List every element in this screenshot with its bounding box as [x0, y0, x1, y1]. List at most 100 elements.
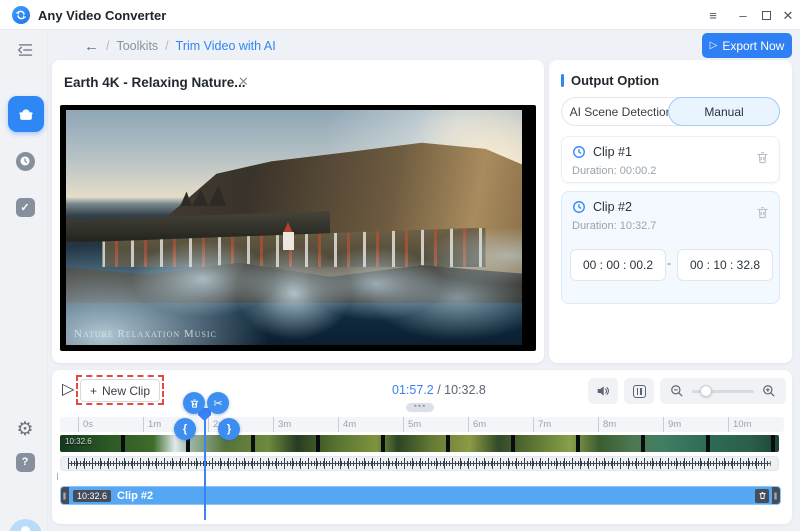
clock-icon — [573, 201, 585, 213]
close-icon[interactable]: ✕ — [779, 8, 797, 23]
sidebar-item-tasks[interactable]: ✓ — [14, 196, 36, 218]
export-now-label: Export Now — [722, 38, 785, 53]
new-clip-label: New Clip — [102, 383, 151, 398]
timeline-scroll-handle[interactable]: ••• — [406, 402, 434, 412]
split-view-icon — [632, 384, 646, 398]
split-clip-button[interactable]: ✂ — [207, 392, 229, 414]
clip-2-duration: Duration: 10:32.7 — [572, 220, 656, 232]
output-option-panel: Output Option AI Scene Detection Manual … — [549, 60, 792, 363]
titlebar: Any Video Converter ≡ – ✕ — [0, 0, 800, 30]
breadcrumb-current: Trim Video with AI — [175, 39, 276, 53]
detection-mode-tabs: AI Scene Detection Manual — [561, 97, 780, 126]
plus-icon: + — [89, 383, 97, 398]
clip-1-header: Clip #1 — [572, 145, 632, 159]
app-logo-icon — [12, 6, 30, 24]
ruler-tick: 5m — [403, 417, 468, 432]
maximize-icon[interactable] — [757, 8, 775, 23]
export-now-button[interactable]: ▷ Export Now — [702, 33, 792, 58]
tab-ai-scene-detection[interactable]: AI Scene Detection — [562, 98, 680, 125]
clip-start-time-input[interactable]: 00 : 00 : 00.2 — [570, 249, 666, 281]
clip-1-delete-icon[interactable] — [755, 150, 770, 165]
sidebar-item-video-converter[interactable] — [8, 96, 44, 132]
ruler-tick: 7m — [533, 417, 598, 432]
clip-bar-delete-icon[interactable] — [755, 488, 769, 503]
split-view-button[interactable] — [624, 378, 654, 404]
output-option-header: Output Option — [561, 73, 659, 88]
duration-label: Duration: — [572, 165, 617, 177]
back-arrow-icon[interactable]: ← — [84, 38, 99, 55]
clip-2-delete-icon[interactable] — [755, 205, 770, 220]
clip-2-card[interactable]: Clip #2 Duration: 10:32.7 00 : 00 : 00.2… — [561, 191, 780, 304]
playhead-line — [204, 410, 206, 520]
timeline-panel: ▷ + New Clip 01:57.2 / 10:32.8 ••• 0s1m2… — [52, 370, 792, 524]
new-clip-button[interactable]: + New Clip — [80, 379, 160, 402]
clip-1-card[interactable]: Clip #1 Duration: 00:00.2 — [561, 136, 780, 183]
total-time: 10:32.8 — [444, 383, 486, 397]
video-track-time: 10:32.6 — [65, 437, 92, 446]
menu-icon[interactable]: ≡ — [704, 8, 722, 23]
question-icon: ? — [15, 452, 35, 472]
ruler-tick: 10m — [728, 417, 784, 432]
video-watermark: Nature Relaxation Music — [74, 328, 217, 340]
video-close-icon[interactable]: ✕ — [238, 74, 249, 90]
clock-icon — [15, 151, 35, 171]
trash-icon — [190, 398, 198, 408]
duration-value: 10:32.7 — [619, 220, 657, 232]
play-outline-icon: ▷ — [709, 40, 718, 51]
sidebar-item-history[interactable] — [14, 150, 36, 172]
ruler-tick: 3m — [273, 417, 338, 432]
sidebar: ✓ ⚙ ? — [0, 30, 48, 531]
minimize-icon[interactable]: – — [734, 8, 752, 23]
set-end-bracket-button[interactable]: } — [218, 418, 240, 440]
ruler-tick: 6m — [468, 417, 533, 432]
video-panel: Earth 4K - Relaxing Nature... ✕ Nature R… — [52, 60, 544, 363]
time-separator: / — [433, 383, 445, 397]
app-title: Any Video Converter — [38, 8, 167, 23]
speaker-icon — [597, 386, 609, 396]
zoom-in-icon[interactable] — [762, 384, 776, 398]
breadcrumb-toolkits[interactable]: Toolkits — [116, 39, 158, 53]
audio-waveform-track[interactable] — [60, 456, 779, 471]
volume-button[interactable] — [588, 378, 618, 404]
timeline-zoom-control — [660, 378, 786, 404]
video-title: Earth 4K - Relaxing Nature... — [64, 75, 246, 90]
zoom-out-icon[interactable] — [670, 384, 684, 398]
video-track[interactable]: 10:32.6 — [60, 435, 779, 452]
preview-ocean-foam — [66, 110, 522, 345]
breadcrumb-separator: / — [106, 39, 110, 53]
clip-end-time-input[interactable]: 00 : 10 : 32.8 — [677, 249, 773, 281]
breadcrumb: ← / Toolkits / Trim Video with AI — [84, 37, 276, 55]
collapse-sidebar-icon[interactable] — [14, 39, 36, 61]
tab-manual[interactable]: Manual — [668, 97, 780, 126]
clip-2-name: Clip #2 — [593, 200, 632, 214]
clip-bar-label: Clip #2 — [117, 489, 154, 502]
clip-2-timeline-bar[interactable]: ∥ 10:32.6 Clip #2 ∥ — [60, 486, 781, 505]
video-preview[interactable]: Nature Relaxation Music — [60, 105, 536, 351]
track-start-mark — [57, 473, 58, 480]
delete-at-playhead-button[interactable] — [183, 392, 205, 414]
sidebar-item-help[interactable]: ? — [14, 451, 36, 473]
close-brace-icon: } — [226, 423, 232, 435]
duration-value: 00:00.2 — [619, 165, 657, 177]
ruler-tick: 8m — [598, 417, 663, 432]
clip-right-handle[interactable]: ∥ — [772, 487, 780, 504]
gear-icon: ⚙ — [16, 418, 34, 440]
clip-left-handle[interactable]: ∥ — [61, 487, 69, 504]
open-brace-icon: { — [182, 423, 188, 435]
output-option-title: Output Option — [571, 73, 660, 88]
sidebar-item-settings[interactable]: ⚙ — [14, 418, 36, 440]
ruler-tick: 0s — [78, 417, 143, 432]
timeline-ruler[interactable]: 0s1m2m3m4m5m6m7m8m9m10m — [60, 417, 784, 432]
accent-bar — [561, 74, 564, 87]
current-time: 01:57.2 — [392, 383, 434, 397]
set-start-bracket-button[interactable]: { — [174, 418, 196, 440]
zoom-slider[interactable] — [692, 384, 754, 397]
avatar-head — [21, 526, 30, 531]
ruler-tick: 9m — [663, 417, 728, 432]
user-avatar[interactable] — [9, 519, 42, 531]
clip-2-header: Clip #2 — [572, 200, 632, 214]
clip-1-duration: Duration: 00:00.2 — [572, 165, 656, 177]
clock-icon — [573, 146, 585, 158]
zoom-slider-handle[interactable] — [700, 384, 712, 397]
breadcrumb-separator: / — [165, 39, 169, 53]
